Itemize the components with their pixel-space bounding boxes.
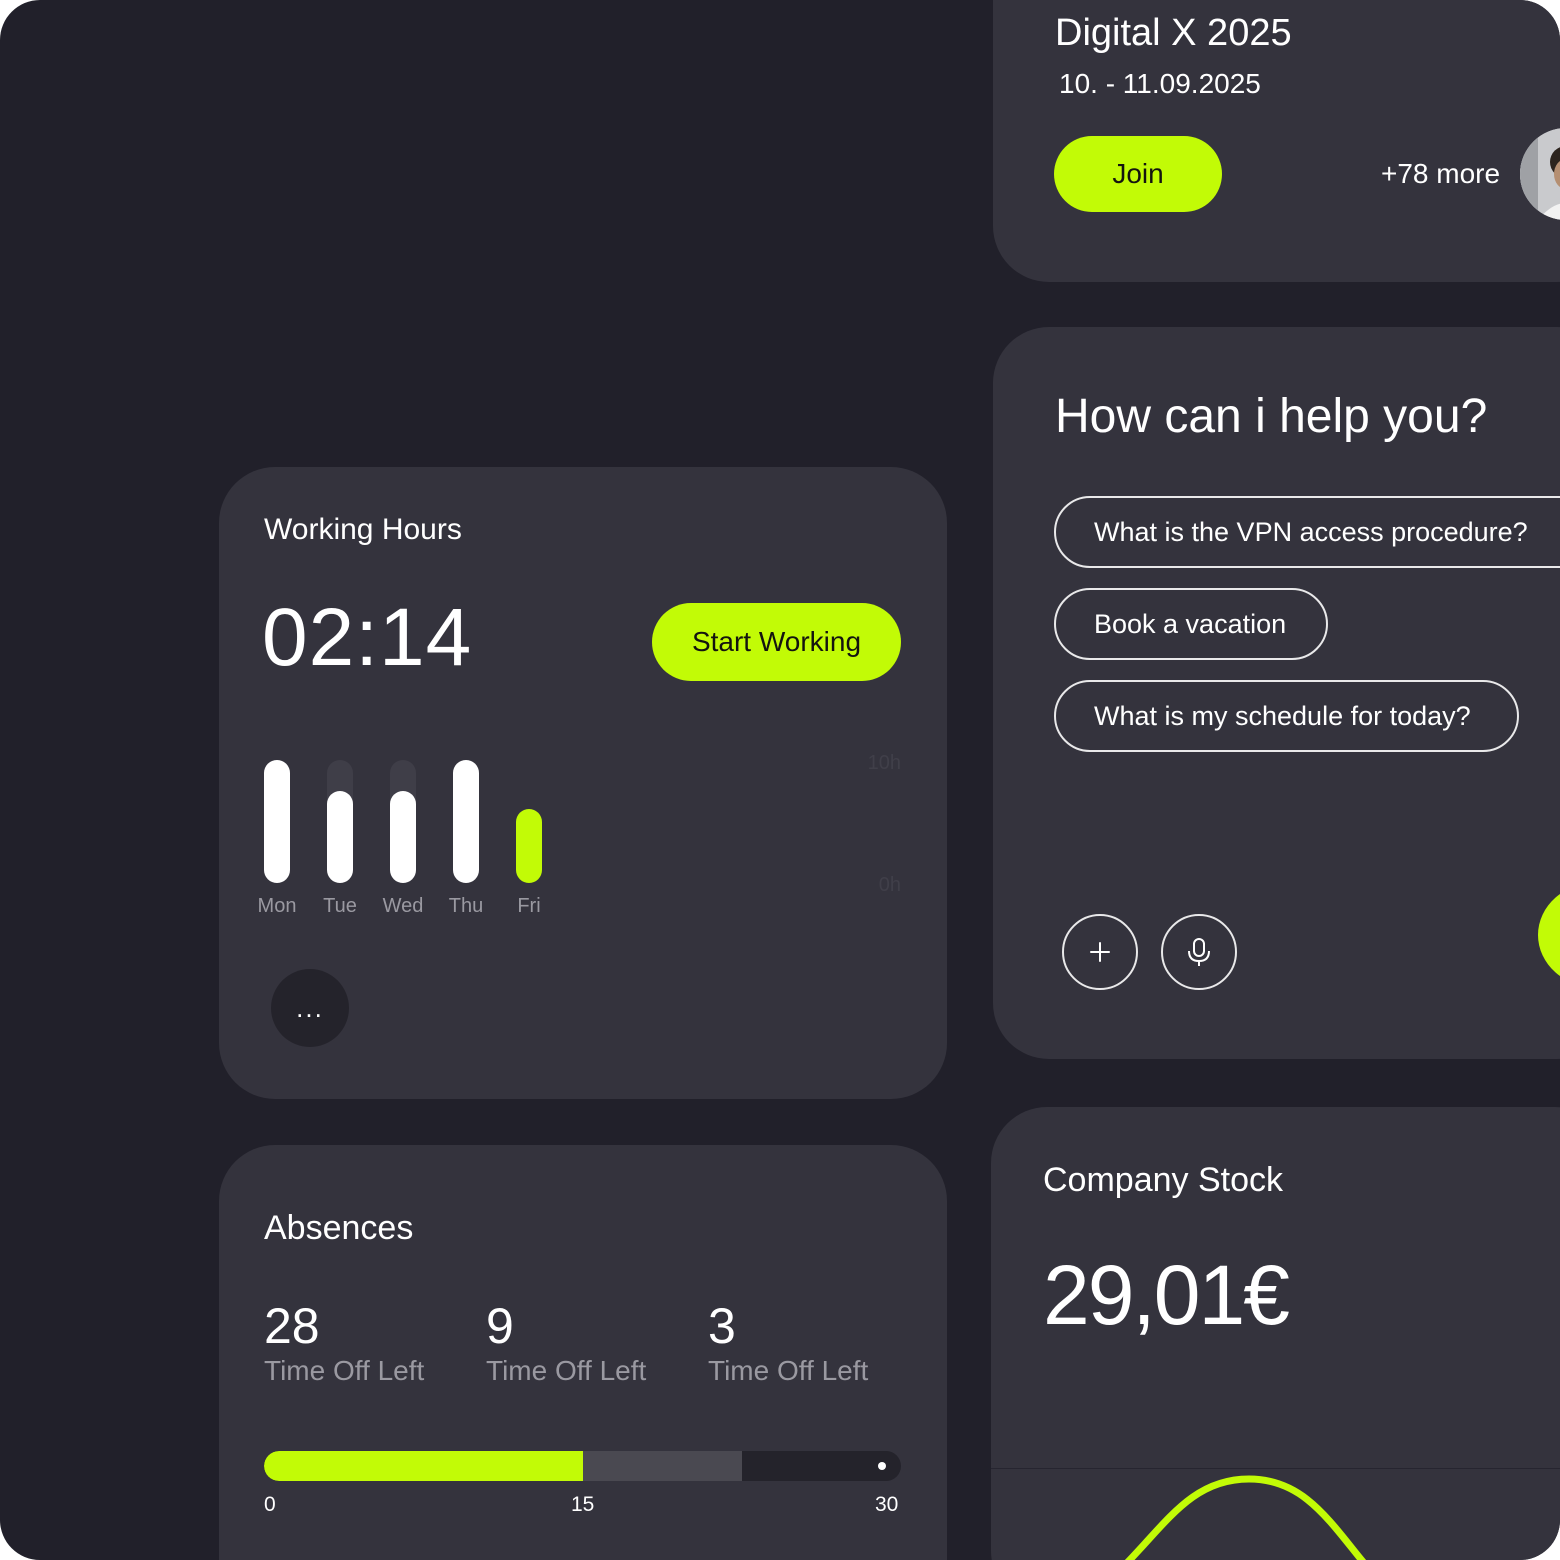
bar-tue <box>327 791 353 883</box>
day-label-tue: Tue <box>323 895 357 917</box>
add-button[interactable] <box>1062 914 1138 990</box>
absences-title: Absences <box>264 1209 414 1247</box>
track-end-dot <box>878 1462 886 1470</box>
company-stock-card: Company Stock 29,01€ <box>991 1107 1560 1560</box>
day-label-fri: Fri <box>517 895 541 917</box>
stock-title: Company Stock <box>1043 1161 1283 1199</box>
suggestion-vacation[interactable]: Book a vacation <box>1054 588 1328 660</box>
assistant-card: How can i help you? What is the VPN acce… <box>993 327 1560 1059</box>
absences-card: Absences 28 Time Off Left 9 Time Off Lef… <box>219 1145 947 1560</box>
stock-price-line <box>1124 1475 1367 1560</box>
time-off-value-2: 9 <box>486 1298 514 1354</box>
suggestion-vpn[interactable]: What is the VPN access procedure? <box>1054 496 1560 568</box>
absence-planned-fill <box>583 1451 742 1481</box>
absence-progress-track <box>264 1451 901 1481</box>
absence-used-fill <box>264 1451 583 1481</box>
avatar-photo <box>1520 128 1560 220</box>
event-title: Digital X 2025 <box>1055 12 1292 54</box>
assistant-title: How can i help you? <box>1055 390 1488 443</box>
suggestion-schedule[interactable]: What is my schedule for today? <box>1054 680 1519 752</box>
time-off-value-3: 3 <box>708 1298 736 1354</box>
microphone-icon <box>1188 938 1210 966</box>
day-label-wed: Wed <box>382 895 424 917</box>
day-label-mon: Mon <box>257 895 297 917</box>
axis-min-label: 0h <box>878 874 901 896</box>
axis-max-label: 10h <box>867 752 901 774</box>
avatar[interactable] <box>1520 128 1560 220</box>
time-off-label-2: Time Off Left <box>486 1355 647 1386</box>
dashboard: Digital X 2025 10. - 11.09.2025 Join +78… <box>0 0 1560 1560</box>
plus-icon <box>1090 942 1110 962</box>
scale-label-min: 0 <box>264 1493 276 1516</box>
send-button[interactable] <box>1538 882 1560 988</box>
day-label-thu: Thu <box>448 895 484 917</box>
event-date: 10. - 11.09.2025 <box>1059 68 1261 99</box>
bar-wed <box>390 791 416 883</box>
bar-thu <box>453 760 479 883</box>
time-off-label-3: Time Off Left <box>708 1355 869 1386</box>
attendee-count: +78 more <box>1381 158 1501 189</box>
stock-price: 29,01€ <box>1043 1248 1290 1342</box>
bar-fri <box>516 809 542 883</box>
working-hours-card: Working Hours 02:14 Start Working Mon Tue… <box>219 467 947 1099</box>
join-button[interactable]: Join <box>1054 136 1222 212</box>
scale-label-mid: 15 <box>571 1493 595 1516</box>
stock-chart <box>1124 1475 1367 1560</box>
bar-mon <box>264 760 290 883</box>
time-off-value-1: 28 <box>264 1298 320 1354</box>
time-off-label-1: Time Off Left <box>264 1355 425 1386</box>
microphone-button[interactable] <box>1161 914 1237 990</box>
event-card: Digital X 2025 10. - 11.09.2025 Join +78… <box>993 0 1560 282</box>
scale-label-max: 30 <box>875 1493 899 1516</box>
more-options-button[interactable]: ... <box>271 969 349 1047</box>
